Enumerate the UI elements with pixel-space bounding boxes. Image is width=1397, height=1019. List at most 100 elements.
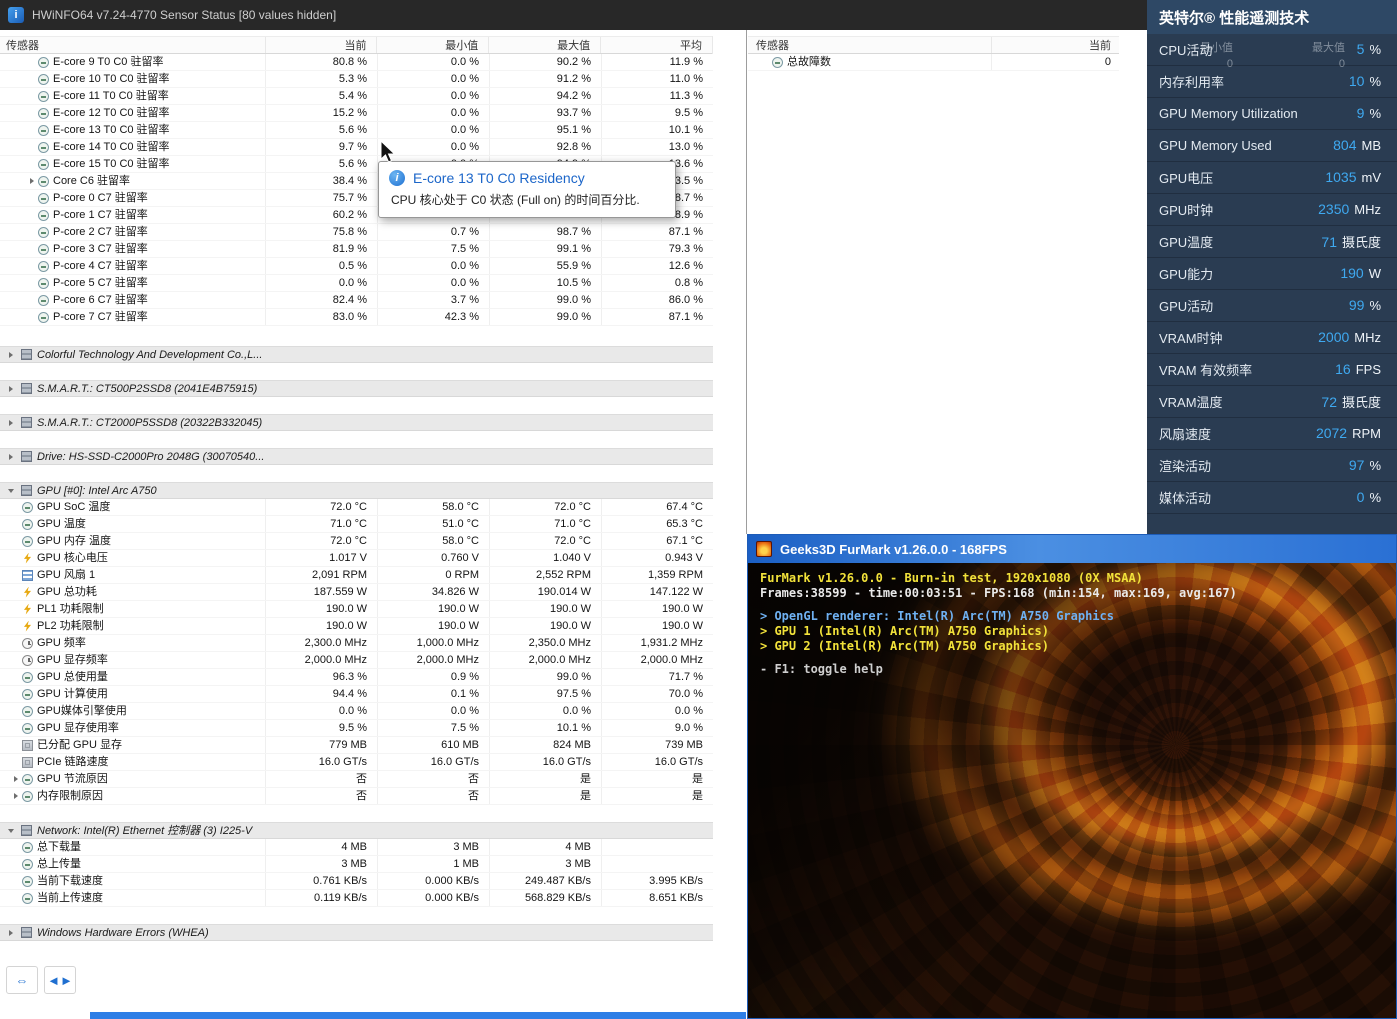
expander-icon[interactable]: [26, 173, 38, 189]
navigate-arrows-button[interactable]: ⇔: [6, 966, 38, 994]
section-row[interactable]: GPU [#0]: Intel Arc A750: [0, 482, 713, 499]
sensor-row[interactable]: P-core 4 C7 驻留率0.5 %0.0 %55.9 %12.6 %: [0, 258, 713, 275]
sensor-row[interactable]: 总下载量4 MB3 MB4 MB: [0, 839, 713, 856]
section-row[interactable]: S.M.A.R.T.: CT2000P5SSD8 (20322B332045): [0, 414, 713, 431]
furmark-overlay-text: FurMark v1.26.0.0 - Burn-in test, 1920x1…: [760, 571, 1237, 677]
sensor-row[interactable]: GPU 显存使用率9.5 %7.5 %10.1 %9.0 %: [0, 720, 713, 737]
sensor-row[interactable]: 已分配 GPU 显存779 MB610 MB824 MB739 MB: [0, 737, 713, 754]
value-min: 42.3 %: [377, 309, 489, 325]
chip-icon: [22, 740, 33, 751]
column-header-current[interactable]: 当前: [991, 37, 1119, 53]
telemetry-row: GPU电压1035mV: [1147, 162, 1397, 194]
sensor-row[interactable]: GPU媒体引擎使用0.0 %0.0 %0.0 %0.0 %: [0, 703, 713, 720]
sensor-name-cell: GPU 风扇 1: [0, 567, 265, 583]
value-max: 99.0 %: [489, 309, 601, 325]
value-max: 92.8 %: [489, 139, 601, 155]
value-min: 0.760 V: [377, 550, 489, 566]
gauge-icon: [38, 142, 49, 153]
sensor-name-cell: P-core 0 C7 驻留率: [0, 190, 265, 206]
sensor-row[interactable]: GPU 计算使用94.4 %0.1 %97.5 %70.0 %: [0, 686, 713, 703]
sensor-row[interactable]: 当前下载速度0.761 KB/s0.000 KB/s249.487 KB/s3.…: [0, 873, 713, 890]
sensor-row[interactable]: P-core 5 C7 驻留率0.0 %0.0 %10.5 %0.8 %: [0, 275, 713, 292]
telemetry-label: GPU能力: [1159, 264, 1213, 283]
sensor-row[interactable]: PL1 功耗限制190.0 W190.0 W190.0 W190.0 W: [0, 601, 713, 618]
sensor-row[interactable]: E-core 14 T0 C0 驻留率9.7 %0.0 %92.8 %13.0 …: [0, 139, 713, 156]
sensor-row[interactable]: P-core 2 C7 驻留率75.8 %0.7 %98.7 %87.1 %: [0, 224, 713, 241]
value-min: 3.7 %: [377, 292, 489, 308]
sensor-row[interactable]: P-core 6 C7 驻留率82.4 %3.7 %99.0 %86.0 %: [0, 292, 713, 309]
value-current: 5.3 %: [265, 71, 377, 87]
sensor-row[interactable]: 总上传量3 MB1 MB3 MB: [0, 856, 713, 873]
value-current: 0.761 KB/s: [265, 873, 377, 889]
section-row[interactable]: Windows Hardware Errors (WHEA): [0, 924, 713, 941]
sensor-row[interactable]: GPU 总功耗187.559 W34.826 W190.014 W147.122…: [0, 584, 713, 601]
sensor-row[interactable]: P-core 7 C7 驻留率83.0 %42.3 %99.0 %87.1 %: [0, 309, 713, 326]
jump-arrows-button[interactable]: ◄►: [44, 966, 76, 994]
sensor-name: GPU 风扇 1: [37, 567, 95, 583]
sensor-row[interactable]: GPU 节流原因否否是是: [0, 771, 713, 788]
expander-icon[interactable]: [5, 415, 17, 430]
column-header-current[interactable]: 当前: [265, 37, 377, 53]
sensor-name-cell: P-core 5 C7 驻留率: [0, 275, 265, 291]
sensor-row[interactable]: E-core 12 T0 C0 驻留率15.2 %0.0 %93.7 %9.5 …: [0, 105, 713, 122]
sensor-row[interactable]: E-core 13 T0 C0 驻留率5.6 %0.0 %95.1 %10.1 …: [0, 122, 713, 139]
gauge-icon: [38, 159, 49, 170]
expander-icon[interactable]: [5, 347, 17, 362]
expander-icon[interactable]: [5, 449, 17, 464]
column-header-sensor[interactable]: 传感器: [748, 37, 991, 53]
telemetry-row: CPU活动5%: [1147, 34, 1397, 66]
section-row[interactable]: Drive: HS-SSD-C2000Pro 2048G (30070540..…: [0, 448, 713, 465]
sensor-row[interactable]: P-core 3 C7 驻留率81.9 %7.5 %99.1 %79.3 %: [0, 241, 713, 258]
sensor-row[interactable]: PCIe 链路速度16.0 GT/s16.0 GT/s16.0 GT/s16.0…: [0, 754, 713, 771]
row-gap: [0, 465, 713, 482]
sensor-row[interactable]: GPU 内存 温度72.0 °C58.0 °C72.0 °C67.1 °C: [0, 533, 713, 550]
sensor-row[interactable]: PL2 功耗限制190.0 W190.0 W190.0 W190.0 W: [0, 618, 713, 635]
value-current: 0.0 %: [265, 275, 377, 291]
sensor-row[interactable]: E-core 11 T0 C0 驻留率5.4 %0.0 %94.2 %11.3 …: [0, 88, 713, 105]
section-row[interactable]: S.M.A.R.T.: CT500P2SSD8 (2041E4B75915): [0, 380, 713, 397]
sensor-name-cell: GPU 总功耗: [0, 584, 265, 600]
column-header-min[interactable]: 最小值: [376, 37, 488, 53]
hwinfo-titlebar[interactable]: i HWiNFO64 v7.24-4770 Sensor Status [80 …: [0, 0, 1147, 30]
sensor-row[interactable]: GPU 风扇 12,091 RPM0 RPM2,552 RPM1,359 RPM: [0, 567, 713, 584]
expander-icon[interactable]: [10, 771, 22, 787]
sensor-row[interactable]: GPU 温度71.0 °C51.0 °C71.0 °C65.3 °C: [0, 516, 713, 533]
expander-icon[interactable]: [5, 823, 17, 838]
telemetry-unit: MHz: [1354, 202, 1381, 217]
sensor-name-cell: 当前上传速度: [0, 890, 265, 906]
value-min: 0.000 KB/s: [377, 873, 489, 889]
telemetry-row: GPU能力190W: [1147, 258, 1397, 290]
section-row[interactable]: Network: Intel(R) Ethernet 控制器 (3) I225-…: [0, 822, 713, 839]
value-current: 60.2 %: [265, 207, 377, 223]
expander-icon[interactable]: [5, 483, 17, 498]
sensor-row[interactable]: E-core 10 T0 C0 驻留率5.3 %0.0 %91.2 %11.0 …: [0, 71, 713, 88]
sensor-row[interactable]: 内存限制原因否否是是: [0, 788, 713, 805]
sensor-row[interactable]: GPU 频率2,300.0 MHz1,000.0 MHz2,350.0 MHz1…: [0, 635, 713, 652]
expander-icon[interactable]: [5, 925, 17, 940]
furmark-titlebar[interactable]: Geeks3D FurMark v1.26.0.0 - 168FPS: [748, 535, 1396, 563]
column-header-avg[interactable]: 平均: [600, 37, 712, 53]
telemetry-value: 0: [1357, 489, 1365, 505]
row-gap: [0, 805, 713, 822]
gauge-icon: [38, 125, 49, 136]
furmark-title: Geeks3D FurMark v1.26.0.0 - 168FPS: [780, 542, 1007, 557]
telemetry-unit: 摄氏度: [1342, 395, 1381, 410]
sensor-row[interactable]: GPU 总使用量96.3 %0.9 %99.0 %71.7 %: [0, 669, 713, 686]
column-header-sensor[interactable]: 传感器: [0, 37, 265, 53]
sensor-row[interactable]: 当前上传速度0.119 KB/s0.000 KB/s568.829 KB/s8.…: [0, 890, 713, 907]
sensor-name-cell: GPU 显存使用率: [0, 720, 265, 736]
expander-icon[interactable]: [5, 381, 17, 396]
sensor-row[interactable]: 总故障数0: [748, 54, 1119, 71]
expander-icon[interactable]: [10, 788, 22, 804]
sensor-row[interactable]: GPU SoC 温度72.0 °C58.0 °C72.0 °C67.4 °C: [0, 499, 713, 516]
sensor-row[interactable]: GPU 核心电压1.017 V0.760 V1.040 V0.943 V: [0, 550, 713, 567]
sensor-row[interactable]: GPU 显存频率2,000.0 MHz2,000.0 MHz2,000.0 MH…: [0, 652, 713, 669]
value-max: 55.9 %: [489, 258, 601, 274]
column-header-max[interactable]: 最大值: [488, 37, 600, 53]
sensor-row[interactable]: E-core 9 T0 C0 驻留率80.8 %0.0 %90.2 %11.9 …: [0, 54, 713, 71]
sensor-name-cell: 已分配 GPU 显存: [0, 737, 265, 753]
telemetry-row: 内存利用率10%: [1147, 66, 1397, 98]
section-row[interactable]: Colorful Technology And Development Co.,…: [0, 346, 713, 363]
gauge-icon: [22, 519, 33, 530]
sensor-name-cell: 内存限制原因: [0, 788, 265, 804]
